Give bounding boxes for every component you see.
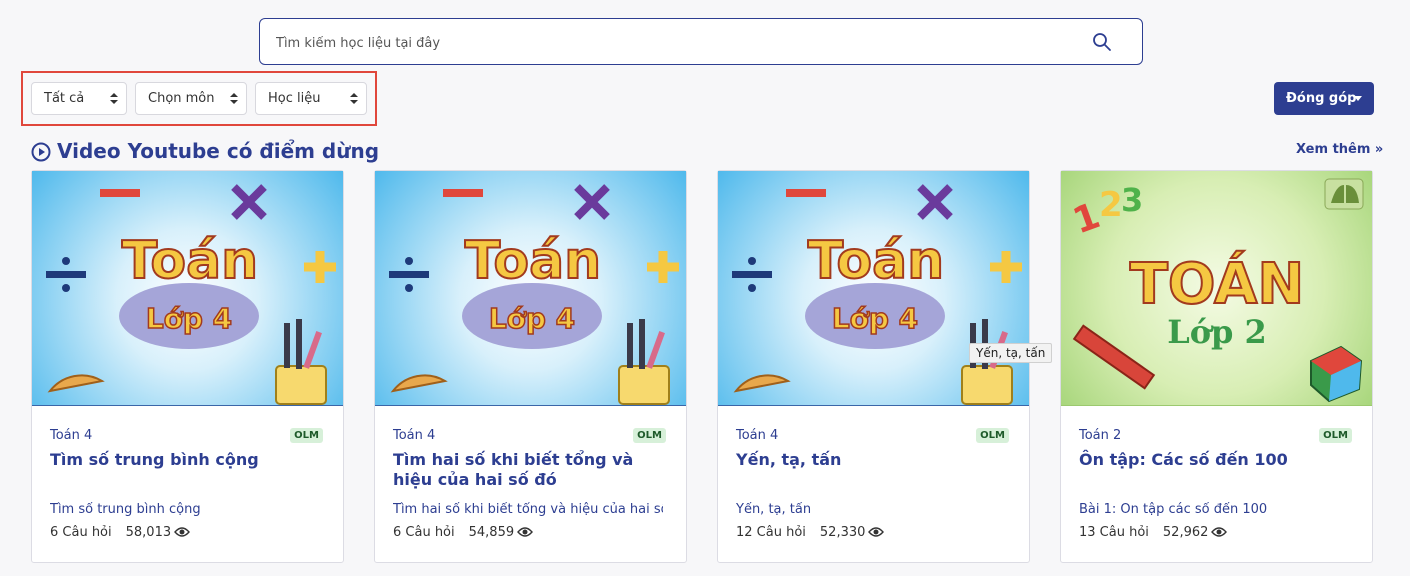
card-title[interactable]: Yến, tạ, tấn — [736, 450, 1006, 470]
card-meta: 13 Câu hỏi 52,962 — [1079, 525, 1228, 540]
contribute-button[interactable]: Đóng góp — [1274, 82, 1374, 115]
contribute-label: Đóng góp — [1286, 91, 1357, 106]
card-title[interactable]: Tìm số trung bình cộng — [50, 450, 320, 470]
card-meta: 6 Câu hỏi 54,859 — [393, 525, 534, 540]
video-card[interactable]: Toán Lớp 4 Toán 4 OLM Yến, tạ, tấn Yến, … — [717, 170, 1030, 563]
view-count: 58,013 — [125, 525, 172, 540]
dropdown-caret-icon — [1354, 96, 1362, 101]
question-count: 6 Câu hỏi — [50, 525, 112, 540]
video-thumbnail[interactable]: 1 2 3 TOÁN Lớp 2 — [1061, 171, 1372, 406]
section-title-text: Video Youtube có điểm dừng — [57, 139, 380, 163]
card-title[interactable]: Ôn tập: Các số đến 100 — [1079, 450, 1349, 470]
video-thumbnail[interactable]: Toán Lớp 4 — [718, 171, 1029, 406]
svg-text:Lớp 4: Lớp 4 — [146, 302, 232, 335]
source-badge: OLM — [1319, 428, 1352, 443]
sort-caret-icon — [110, 93, 118, 104]
hover-tooltip: Yến, tạ, tấn — [969, 343, 1053, 363]
card-meta: 12 Câu hỏi 52,330 — [736, 525, 885, 540]
card-description: Tìm hai số khi biết tổng và hiệu của hai… — [393, 502, 663, 517]
svg-text:Lớp 4: Lớp 4 — [489, 302, 575, 335]
search-bar — [259, 18, 1143, 65]
type-select-value: Học liệu — [268, 91, 321, 106]
question-count: 12 Câu hỏi — [736, 525, 806, 540]
svg-text:TOÁN: TOÁN — [1130, 252, 1305, 317]
eye-icon — [1211, 527, 1228, 537]
video-card[interactable]: Toán Lớp 4 Toán 4 OLM Tìm hai số khi biế… — [374, 170, 687, 563]
svg-text:2: 2 — [1099, 185, 1123, 225]
svg-text:3: 3 — [1121, 181, 1143, 219]
card-subject: Toán 4 — [50, 428, 93, 443]
card-title[interactable]: Tìm hai số khi biết tổng và hiệu của hai… — [393, 450, 663, 490]
svg-text:Toán: Toán — [122, 231, 258, 291]
svg-text:Lớp 2: Lớp 2 — [1167, 313, 1267, 351]
card-subject: Toán 2 — [1079, 428, 1122, 443]
card-subject: Toán 4 — [736, 428, 779, 443]
section-title: Video Youtube có điểm dừng — [31, 137, 379, 165]
svg-text:Lớp 4: Lớp 4 — [832, 302, 918, 335]
grade-select-value: Tất cả — [44, 91, 85, 106]
math-grade-2-illustration: 1 2 3 TOÁN Lớp 2 — [1068, 178, 1364, 403]
subject-select[interactable]: Chọn môn — [135, 82, 247, 115]
search-icon[interactable] — [1092, 32, 1112, 52]
view-count: 52,962 — [1162, 525, 1209, 540]
svg-text:Toán: Toán — [465, 231, 601, 291]
subject-select-value: Chọn môn — [148, 91, 215, 106]
sort-caret-icon — [350, 93, 358, 104]
card-description: Yến, tạ, tấn — [736, 502, 812, 517]
eye-icon — [868, 527, 885, 537]
sort-caret-icon — [230, 93, 238, 104]
question-count: 13 Câu hỏi — [1079, 525, 1149, 540]
view-count: 54,859 — [468, 525, 515, 540]
see-more-link[interactable]: Xem thêm » — [1296, 142, 1383, 157]
video-thumbnail[interactable]: Toán Lớp 4 — [375, 171, 686, 406]
question-count: 6 Câu hỏi — [393, 525, 455, 540]
view-count: 52,330 — [819, 525, 866, 540]
type-select[interactable]: Học liệu — [255, 82, 367, 115]
video-card[interactable]: 1 2 3 TOÁN Lớp 2 Toán 2 OLM Ôn tập: Các … — [1060, 170, 1373, 563]
source-badge: OLM — [633, 428, 666, 443]
card-description: Bài 1: Ôn tập các số đến 100 — [1079, 502, 1268, 517]
card-meta: 6 Câu hỏi 58,013 — [50, 525, 191, 540]
svg-text:Toán: Toán — [808, 231, 944, 291]
math-grade-4-illustration: Toán Lớp 4 — [46, 184, 336, 405]
math-grade-4-illustration: Toán Lớp 4 — [732, 184, 1022, 405]
math-grade-4-illustration: Toán Lớp 4 — [389, 184, 679, 405]
card-description: Tìm số trung bình cộng — [50, 502, 201, 517]
play-circle-icon — [31, 142, 51, 162]
source-badge: OLM — [290, 428, 323, 443]
search-input[interactable] — [274, 29, 1078, 57]
video-card[interactable]: Toán Lớp 4 Toán 4 OLM Tìm số trung bình … — [31, 170, 344, 563]
video-thumbnail[interactable]: Toán Lớp 4 — [32, 171, 343, 406]
eye-icon — [174, 527, 191, 537]
grade-select[interactable]: Tất cả — [31, 82, 127, 115]
source-badge: OLM — [976, 428, 1009, 443]
card-subject: Toán 4 — [393, 428, 436, 443]
eye-icon — [517, 527, 534, 537]
